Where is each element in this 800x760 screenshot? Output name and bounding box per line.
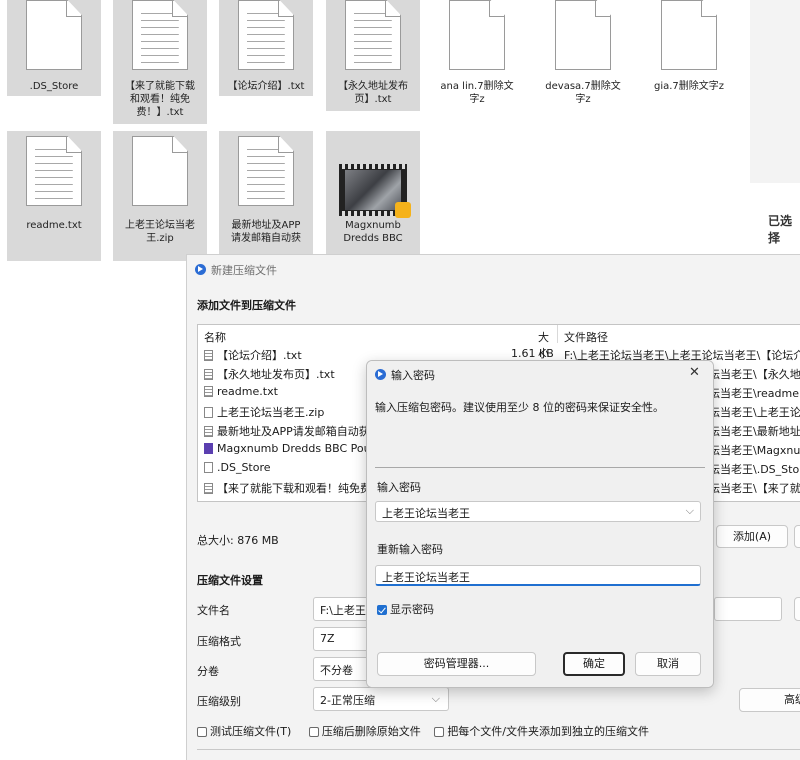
checkbox-icon[interactable] <box>434 727 445 737</box>
label-split: 分卷 <box>197 665 219 678</box>
password-dialog: 输入密码 ✕ 输入压缩包密码。建议使用至少 8 位的密码来保证安全性。 输入密码… <box>366 360 714 688</box>
checkbox-icon[interactable] <box>197 727 207 737</box>
file-icon <box>204 462 213 473</box>
password-dialog-title: 输入密码 <box>375 367 435 383</box>
file-name-label: 王.zip <box>146 233 174 244</box>
ok-button[interactable]: 确定 <box>563 652 625 676</box>
text-document-icon <box>238 136 294 206</box>
file-name-label: 【来了就能下载 <box>125 81 195 92</box>
video-file-icon <box>204 443 213 454</box>
dialog-title: 新建压缩文件 <box>195 262 277 278</box>
blank-document-icon <box>26 0 82 70</box>
app-icon <box>375 369 386 380</box>
label-level: 压缩级别 <box>197 695 241 708</box>
password-input[interactable]: 上老王论坛当老王 ⌵ <box>375 501 701 522</box>
file-name-label: 【论坛介绍】.txt <box>227 81 305 92</box>
blank-document-icon <box>661 0 717 70</box>
reenter-password-input[interactable]: 上老王论坛当老王 <box>375 565 701 586</box>
details-pane <box>750 0 800 183</box>
file-path: 坛当老王\【永久地 <box>709 368 800 381</box>
file-name: 【来了就能下载和观看！纯免费 <box>217 482 371 495</box>
file-name-label: 页】.txt <box>354 94 392 105</box>
separate-archives-option[interactable]: 把每个文件/文件夹添加到独立的压缩文件 <box>434 725 649 738</box>
label-password: 输入密码 <box>377 481 421 494</box>
add-button[interactable]: 添加(A) <box>716 525 788 548</box>
file-path: 坛当老王\最新地址 <box>709 425 800 438</box>
delete-source-option[interactable]: 压缩后删除原始文件 <box>308 725 421 738</box>
file-path: 坛当老王\【来了就 <box>709 482 800 495</box>
file-name: readme.txt <box>217 385 278 398</box>
selection-info: 已选择 <box>768 214 793 245</box>
file-name-label: devasa.7删除文 <box>545 81 621 92</box>
section-add-files: 添加文件到压缩文件 <box>197 299 296 312</box>
text-file-icon <box>204 426 213 437</box>
text-file-icon <box>204 369 213 380</box>
column-path[interactable]: 文件路径 <box>564 329 608 345</box>
total-size: 总大小: 876 MB <box>197 534 279 547</box>
file-name-label: 和观看！纯免 <box>130 94 190 105</box>
level-value: 2-正常压缩 <box>320 694 375 707</box>
label-format: 压缩格式 <box>197 635 241 648</box>
checkbox-checked-icon[interactable] <box>377 605 387 615</box>
file-name-label: gia.7删除文字z <box>653 81 725 92</box>
file-size: 1.61 KB <box>511 347 554 360</box>
file-name: 上老王论坛当老王.zip <box>217 406 325 419</box>
file-name-label: 字z <box>575 94 591 105</box>
cancel-button[interactable]: 取消 <box>635 652 701 676</box>
show-password-option[interactable]: 显示密码 <box>377 601 434 617</box>
blank-document-icon <box>555 0 611 70</box>
player-badge-icon <box>395 202 411 218</box>
file-name-label: 最新地址及APP <box>231 220 301 231</box>
checkbox-icon[interactable] <box>308 727 319 737</box>
text-document-icon <box>345 0 401 70</box>
options-row: 测试压缩文件(T) 压缩后删除原始文件 把每个文件/文件夹添加到独立的压缩文件 <box>197 723 649 739</box>
file-name-label: ana lin.7删除文 <box>440 81 514 92</box>
close-icon[interactable]: ✕ <box>689 365 700 380</box>
password-description: 输入压缩包密码。建议使用至少 8 位的密码来保证安全性。 <box>375 401 664 414</box>
file-name-label: 上老王论坛当老 <box>125 220 195 231</box>
remove-button[interactable] <box>794 525 800 548</box>
browse-button[interactable] <box>794 597 800 621</box>
file-name-label: readme.txt <box>26 220 82 231</box>
text-document-icon <box>132 0 188 70</box>
text-document-icon <box>26 136 82 206</box>
file-icon <box>204 407 213 418</box>
text-document-icon <box>238 0 294 70</box>
column-name[interactable]: 名称 <box>204 329 226 345</box>
file-path: 坛当老王\上老王论 <box>709 406 800 419</box>
app-icon <box>195 264 206 275</box>
level-select[interactable]: 2-正常压缩 ⌵ <box>313 687 449 711</box>
file-path: 坛当老王\readme. <box>709 387 800 400</box>
file-name: Magxnumb Dredds BBC Pou <box>217 442 371 455</box>
file-name: 【论坛介绍】.txt <box>217 349 302 362</box>
advanced-button[interactable]: 高级 <box>739 688 800 712</box>
text-file-icon <box>204 483 213 494</box>
file-name-label: 费！】.txt <box>136 107 184 118</box>
file-path: 坛当老王\.DS_Stor <box>709 463 800 476</box>
test-archive-option[interactable]: 测试压缩文件(T) <box>197 725 291 738</box>
file-name-label: 【永久地址发布 <box>338 81 408 92</box>
section-settings: 压缩文件设置 <box>197 574 263 587</box>
blank-document-icon <box>132 136 188 206</box>
file-name-label: 请发邮箱自动获 <box>231 233 301 244</box>
text-file-icon <box>204 386 213 397</box>
blank-document-icon <box>449 0 505 70</box>
label-filename: 文件名 <box>197 604 230 617</box>
file-name-label: .DS_Store <box>29 81 79 92</box>
file-path: 坛当老王\Magxnu <box>709 444 800 457</box>
text-file-icon <box>204 350 213 361</box>
chevron-down-icon: ⌵ <box>431 692 440 705</box>
file-name: .DS_Store <box>217 461 271 474</box>
label-reenter-password: 重新输入密码 <box>377 543 443 556</box>
file-name-label: Magxnumb <box>345 220 401 231</box>
chevron-down-icon[interactable]: ⌵ <box>686 504 694 518</box>
file-name: 【永久地址发布页】.txt <box>217 368 335 381</box>
file-name-label: 字z <box>469 94 485 105</box>
password-manager-button[interactable]: 密码管理器... <box>377 652 536 676</box>
file-name-label: Dredds BBC <box>343 233 403 244</box>
file-name: 最新地址及APP请发邮箱自动获 <box>217 425 370 438</box>
filename-input-tail[interactable] <box>714 597 782 621</box>
